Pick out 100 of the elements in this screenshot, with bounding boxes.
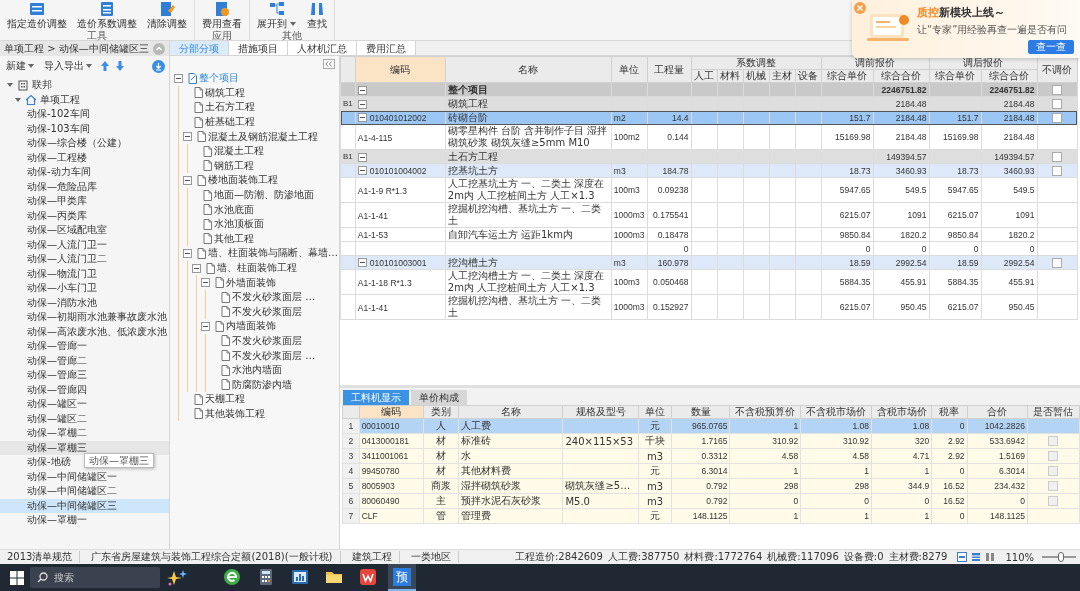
table-row[interactable]: 4 99450780 材 其他材料费 元 6.3014 1 1 1 0 6.3014 (342, 463, 1080, 479)
tree-item[interactable]: 动保—工程楼 (0, 150, 91, 165)
toolbar-button[interactable]: 造价系数调整 (74, 0, 140, 30)
tree-item[interactable]: 动保—中间储罐区三 (0, 498, 169, 513)
view-icon[interactable] (957, 552, 968, 562)
tree-item[interactable]: 动保—初期雨水池兼事故废水池 (0, 310, 171, 325)
collapse-toggle[interactable] (357, 258, 367, 268)
collapse-toggle[interactable] (174, 73, 183, 83)
tree-item[interactable]: 地面—防潮、防渗地面 (214, 188, 314, 203)
table-row[interactable]: A1-1-41 挖掘机挖沟槽、基坑土方 一、二类土 1000m3 0.152927 6215.07 950.45 6215.07 950.45 (340, 294, 1077, 320)
tree-item[interactable]: 动保—罐区一 (0, 397, 91, 412)
tree-item[interactable]: 桩基础工程 (205, 115, 255, 130)
tab[interactable]: 单价构成 (411, 390, 467, 405)
tree-item[interactable]: 天棚工程 (205, 392, 245, 407)
tab[interactable]: 措施项目 (229, 41, 288, 55)
collapse-toggle[interactable] (183, 132, 192, 142)
toolbar-button[interactable]: 查找 (304, 0, 330, 30)
tree-item[interactable]: 不发火砂浆面层 (232, 304, 302, 319)
checkbox[interactable] (1052, 85, 1062, 96)
toolbar-button[interactable]: 新建 (4, 59, 37, 73)
tree-item[interactable]: 动保—物流门卫 (0, 266, 101, 281)
collapse-toggle[interactable] (357, 85, 367, 95)
collapse-toggle[interactable] (201, 278, 210, 288)
tree-item[interactable]: 动保-102车间 (0, 107, 94, 122)
check-button[interactable]: 查一查 (1028, 39, 1074, 54)
table-row[interactable]: A1-1-41 挖掘机挖沟槽、基坑土方 一、二类土 1000m3 0.175541 6215.07 1091 6215.07 1091 (340, 202, 1077, 228)
table-row[interactable]: 6 80060490 主 预拌水泥石灰砂浆 M5.0 m3 0.792 0 0 0 16.52 0 (342, 493, 1080, 509)
tree-item[interactable]: 动保—中间储罐区二 (0, 484, 121, 499)
tree-item[interactable]: 联邦 (32, 78, 52, 93)
tree-item[interactable]: 动保—消防水池 (0, 295, 101, 310)
table-row[interactable]: 5 8005903 商浆 湿拌砌筑砂浆 砌筑灰缝≥5… m3 0.792 298 298 344.9 16.52 234.432 (342, 478, 1080, 494)
tree-item[interactable]: 动保—管廊三 (0, 368, 91, 383)
collapse-toggle[interactable] (357, 99, 367, 109)
tree-item[interactable]: 钢筋工程 (214, 158, 254, 173)
tree-item[interactable]: 水池内墙面 (232, 363, 282, 378)
tree-item[interactable]: 砌筑工程 (205, 85, 245, 100)
down-arrow-icon[interactable] (115, 60, 125, 72)
tree-item[interactable]: 动保-103车间 (0, 121, 94, 136)
columns-view-icon[interactable] (985, 552, 996, 562)
tree-item[interactable]: 动保—管廊四 (0, 382, 91, 397)
toolbar-button[interactable]: 导入导出 (42, 59, 95, 73)
tree-item[interactable]: 其他装饰工程 (205, 406, 265, 421)
table-row[interactable]: 2 0413000181 材 标准砖 240×115×53 千块 1.7165 310.92 310.92 320 2.92 533.6942 (342, 433, 1080, 449)
tree-item[interactable]: 动保—罐区二 (0, 411, 91, 426)
tree-item[interactable]: 动保—甲类库 (0, 194, 91, 209)
toolbar-button[interactable]: 清除调整 (144, 0, 190, 30)
download-icon[interactable] (152, 59, 165, 73)
collapse-toggle[interactable] (357, 152, 367, 162)
grid-view-icon[interactable] (971, 552, 982, 562)
toolbar-button[interactable]: 展开到 (254, 0, 300, 30)
checkbox[interactable] (1048, 481, 1059, 492)
tree-item[interactable]: 动保—人流门卫二 (0, 252, 111, 267)
checkbox[interactable] (1048, 436, 1059, 447)
tree-item[interactable]: 防腐防渗内墙 (232, 377, 292, 392)
collapse-left-icon[interactable] (323, 59, 335, 69)
collapse-toggle[interactable] (357, 166, 367, 176)
tree-item[interactable]: 动保—管廊二 (0, 353, 91, 368)
tree-item[interactable]: 动保—人流门卫一 (0, 237, 111, 252)
tree-item[interactable]: 动保—区域配电室 (0, 223, 111, 238)
checkbox[interactable] (1048, 496, 1059, 507)
tree-item[interactable]: 墙、柱面装饰与隔断、幕墙… (208, 246, 338, 261)
sparkle-icon[interactable] (166, 568, 188, 587)
tree-item[interactable]: 不发火砂浆面层 … (232, 348, 316, 363)
tree-item[interactable]: 动保—危险品库 (0, 179, 101, 194)
tree-item[interactable]: 动保—小车门卫 (0, 281, 101, 296)
collapse-toggle[interactable] (183, 248, 192, 258)
search-field[interactable]: 搜索 (30, 567, 160, 588)
checkbox[interactable] (1052, 113, 1062, 124)
checkbox[interactable] (1052, 166, 1062, 177)
tree-item[interactable]: 动保—罩棚一 (0, 513, 91, 528)
tree-item[interactable]: 水池底面 (214, 202, 254, 217)
tree-item[interactable]: 内墙面装饰 (226, 319, 276, 334)
checkbox[interactable] (1052, 152, 1062, 163)
up-arrow-icon[interactable] (100, 60, 110, 72)
checkbox[interactable] (1048, 466, 1059, 477)
collapse-toggle[interactable] (192, 263, 201, 273)
taskbar-app[interactable]: 预 (388, 564, 416, 591)
tree-item[interactable]: 动保—综合楼（公建） (0, 136, 131, 151)
collapse-toggle[interactable] (201, 321, 210, 331)
tree-item[interactable]: 动保-地磅 (0, 455, 75, 470)
tree-item[interactable]: 土石方工程 (205, 100, 255, 115)
collapse-caret-icon[interactable] (14, 95, 22, 104)
tab[interactable]: 费用汇总 (357, 41, 416, 55)
tree-item[interactable]: 动保—管廊一 (0, 339, 91, 354)
tree-item[interactable]: 其他工程 (214, 231, 254, 246)
windows-start-icon[interactable] (10, 570, 24, 585)
toolbar-button[interactable]: 指定造价调整 (4, 0, 70, 30)
slider-thumb[interactable] (1057, 552, 1064, 562)
tree-item[interactable]: 水池顶板面 (214, 217, 264, 232)
tree-item[interactable]: 动保—罩棚三 (0, 440, 169, 455)
tree-item[interactable]: 动保—丙类库 (0, 208, 91, 223)
tree-item[interactable]: 不发火砂浆面层 (232, 334, 302, 348)
toolbar-button[interactable]: 费用查看 (199, 0, 245, 30)
table-row[interactable]: 3 3411001061 材 水 m3 0.3312 4.58 4.58 4.71 2.92 1.5169 (342, 448, 1080, 464)
table-row[interactable]: 7 CLF 管 管理费 元 148.1125 1 1 1 0 148.1125 (342, 508, 1080, 524)
tree-item[interactable]: 混凝土工程 (214, 144, 264, 159)
checkbox[interactable] (1052, 99, 1062, 110)
tree-item[interactable]: 不发火砂浆面层 … (232, 290, 316, 305)
tree-item[interactable]: 楼地面装饰工程 (208, 173, 278, 188)
checkbox[interactable] (1048, 451, 1059, 462)
